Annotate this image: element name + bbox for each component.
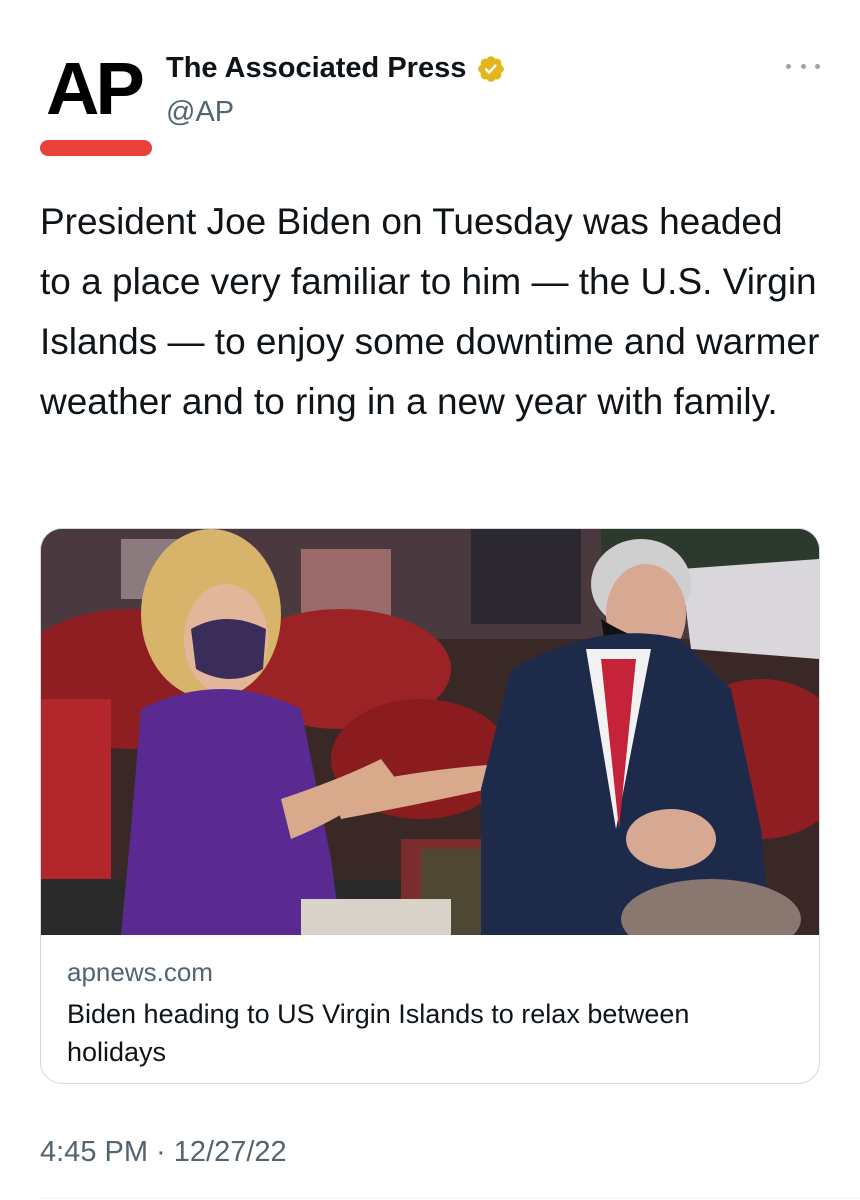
- tweet-header: AP The Associated Press @AP: [40, 40, 820, 156]
- more-dot: [786, 63, 791, 69]
- avatar[interactable]: AP: [40, 50, 152, 160]
- verified-badge-icon: [476, 54, 506, 84]
- divider: [40, 1198, 860, 1199]
- card-title[interactable]: Biden heading to US Virgin Islands to re…: [67, 995, 767, 1071]
- author-name-row: The Associated Press: [166, 52, 506, 85]
- more-dot: [815, 63, 820, 69]
- author-handle[interactable]: @AP: [166, 96, 234, 129]
- link-card[interactable]: apnews.com Biden heading to US Virgin Is…: [40, 528, 820, 1084]
- tweet-timestamp[interactable]: 4:45 PM · 12/27/22: [40, 1136, 287, 1169]
- card-photo: [41, 529, 819, 935]
- tweet-text: President Joe Biden on Tuesday was heade…: [40, 201, 820, 422]
- more-dot: [800, 63, 806, 69]
- author-display-name[interactable]: The Associated Press: [166, 52, 466, 85]
- ap-logo-text: AP: [46, 47, 145, 130]
- ap-logo-bar: [40, 140, 152, 156]
- more-options-icon[interactable]: [786, 56, 820, 76]
- card-domain: apnews.com: [67, 957, 213, 987]
